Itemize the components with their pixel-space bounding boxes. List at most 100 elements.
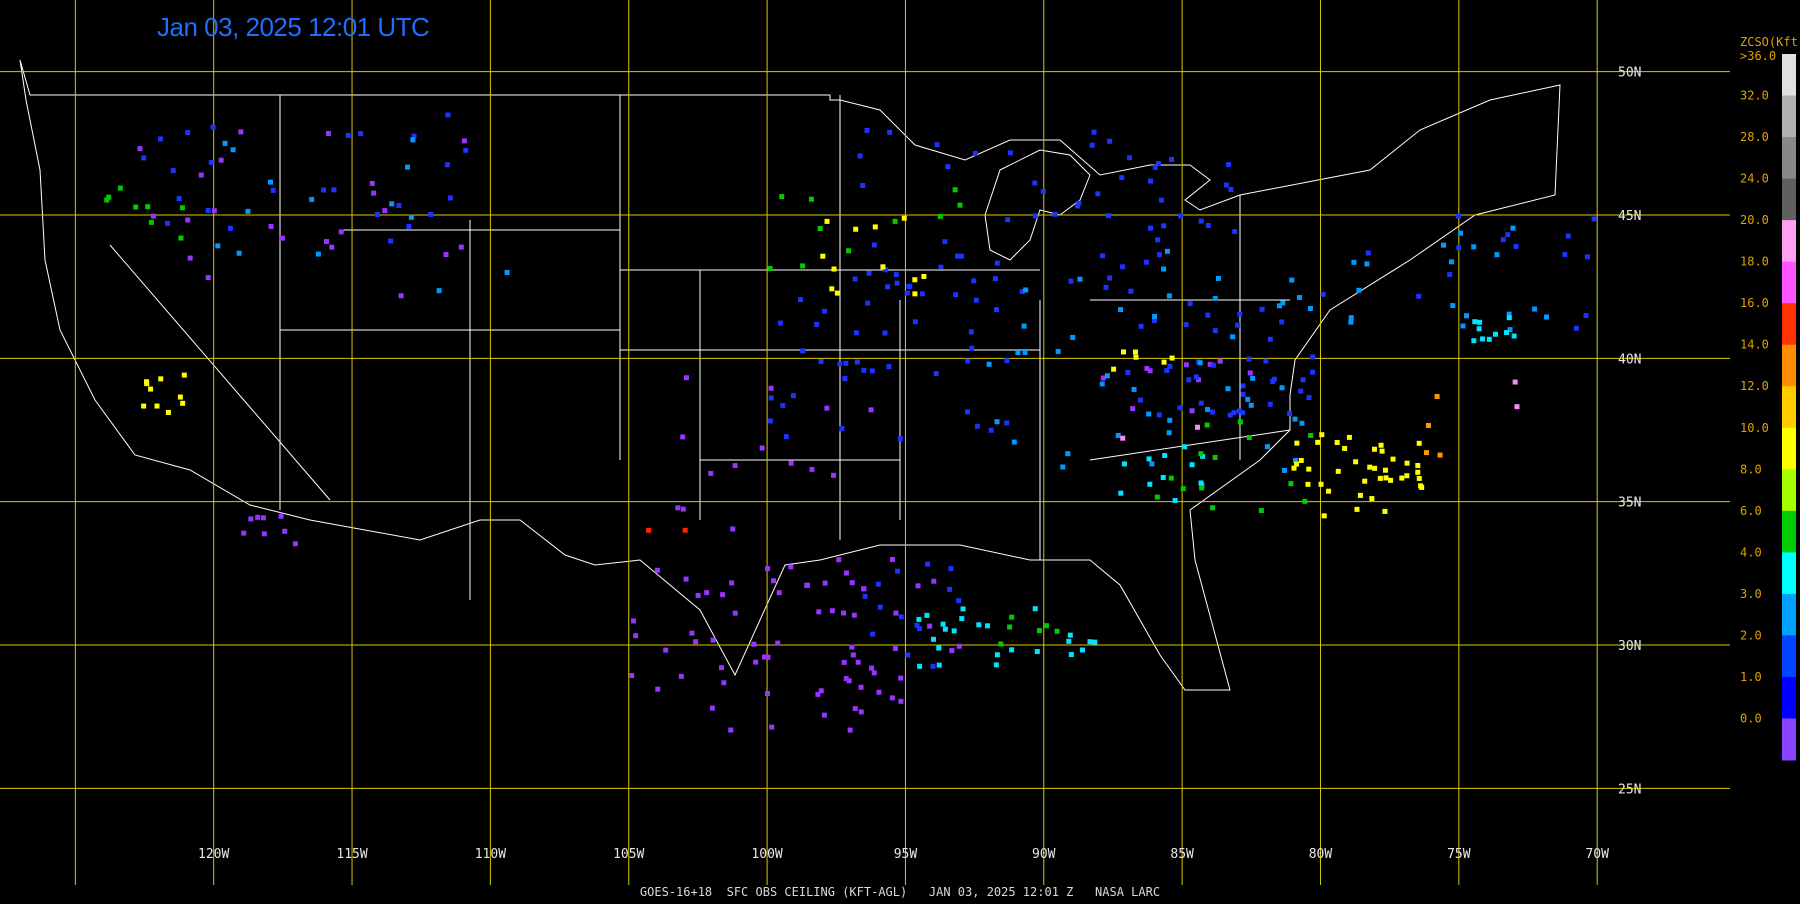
observation-marker bbox=[1287, 411, 1293, 417]
observation-marker bbox=[1187, 301, 1193, 307]
observation-marker bbox=[1472, 319, 1478, 325]
observation-marker bbox=[829, 286, 835, 292]
legend-tick-label: 16.0 bbox=[1740, 296, 1769, 310]
observation-marker bbox=[875, 581, 881, 587]
observation-marker bbox=[241, 530, 247, 536]
observation-marker bbox=[292, 541, 298, 547]
observation-marker bbox=[338, 229, 344, 235]
observation-marker bbox=[1021, 323, 1027, 329]
observation-marker bbox=[1205, 312, 1211, 318]
observation-marker bbox=[976, 622, 982, 628]
observation-marker bbox=[759, 445, 765, 451]
observation-marker bbox=[324, 239, 330, 245]
observation-marker bbox=[1377, 475, 1383, 481]
observation-marker bbox=[1492, 331, 1498, 337]
observation-marker bbox=[1357, 492, 1363, 498]
observation-marker bbox=[1070, 334, 1076, 340]
observation-marker bbox=[1348, 315, 1354, 321]
observation-marker bbox=[914, 622, 920, 628]
observation-marker bbox=[1449, 259, 1455, 265]
observation-marker bbox=[882, 330, 888, 336]
observation-marker bbox=[1133, 354, 1139, 360]
observation-marker bbox=[814, 321, 820, 327]
observation-marker bbox=[847, 727, 853, 733]
observation-marker bbox=[904, 290, 910, 296]
observation-marker bbox=[1416, 293, 1422, 299]
observation-marker bbox=[279, 235, 285, 241]
observation-marker bbox=[238, 129, 244, 135]
observation-marker bbox=[800, 263, 806, 269]
observation-marker bbox=[1480, 336, 1486, 342]
observation-marker bbox=[1271, 376, 1277, 382]
observation-marker bbox=[148, 386, 154, 392]
observation-marker bbox=[177, 394, 183, 400]
legend-tick-label: 6.0 bbox=[1740, 504, 1762, 518]
observation-marker bbox=[1235, 322, 1241, 328]
observation-marker bbox=[767, 266, 773, 272]
observation-marker bbox=[157, 136, 163, 142]
lon-label: 100W bbox=[751, 847, 782, 862]
legend-tick-label: 10.0 bbox=[1740, 421, 1769, 435]
observation-marker bbox=[1455, 213, 1461, 219]
observation-marker bbox=[849, 644, 855, 650]
observation-marker bbox=[1212, 295, 1218, 301]
observation-marker bbox=[849, 580, 855, 586]
observation-marker bbox=[1197, 360, 1203, 366]
observation-marker bbox=[1117, 307, 1123, 313]
observation-marker bbox=[406, 224, 412, 230]
us-outline bbox=[19, 59, 1561, 691]
observation-marker bbox=[1204, 422, 1210, 428]
observation-marker bbox=[1310, 369, 1316, 375]
observation-marker bbox=[906, 283, 912, 289]
observation-marker bbox=[1292, 416, 1298, 422]
observation-marker bbox=[630, 618, 636, 624]
observation-marker bbox=[1416, 475, 1422, 481]
observation-marker bbox=[1289, 277, 1295, 283]
observation-marker bbox=[185, 217, 191, 223]
legend-tick-label: 3.0 bbox=[1740, 587, 1762, 601]
observation-marker bbox=[1318, 481, 1324, 487]
observation-marker bbox=[1230, 334, 1236, 340]
observation-marker bbox=[1103, 284, 1109, 290]
observation-marker bbox=[255, 514, 261, 520]
observation-marker bbox=[1121, 461, 1127, 467]
observation-marker bbox=[1494, 252, 1500, 258]
observation-marker bbox=[150, 213, 156, 219]
observation-marker bbox=[728, 727, 734, 733]
observation-marker bbox=[248, 516, 254, 522]
observation-marker bbox=[870, 631, 876, 637]
observation-marker bbox=[872, 224, 878, 230]
observation-marker bbox=[1146, 456, 1152, 462]
observation-marker bbox=[1299, 420, 1305, 426]
observation-marker bbox=[934, 142, 940, 148]
observation-marker bbox=[461, 138, 467, 144]
observation-marker bbox=[1147, 481, 1153, 487]
observation-marker bbox=[864, 127, 870, 133]
observation-marker bbox=[158, 376, 164, 382]
observation-marker bbox=[956, 598, 962, 604]
observation-marker bbox=[751, 641, 757, 647]
observation-marker bbox=[260, 515, 266, 521]
observation-marker bbox=[765, 566, 771, 572]
ceiling-legend: ZCSO(Kft)>36.0 32.0 28.0 24.0 20.0 18.0 16.0 14… bbox=[1740, 35, 1800, 761]
observation-marker bbox=[1388, 477, 1394, 483]
observation-marker bbox=[1246, 356, 1252, 362]
observation-marker bbox=[428, 211, 434, 217]
legend-swatch bbox=[1782, 95, 1796, 138]
observation-marker bbox=[1149, 461, 1155, 467]
observation-marker bbox=[1210, 362, 1216, 368]
observation-marker bbox=[1371, 446, 1377, 452]
observation-marker bbox=[729, 580, 735, 586]
observation-marker bbox=[1060, 464, 1066, 470]
observation-marker bbox=[721, 680, 727, 686]
observation-marker bbox=[1562, 252, 1568, 258]
observation-marker bbox=[953, 292, 959, 298]
observation-marker bbox=[371, 190, 377, 196]
observation-marker bbox=[732, 463, 738, 469]
observation-marker bbox=[816, 609, 822, 615]
observation-marker bbox=[1450, 303, 1456, 309]
observation-marker bbox=[1342, 445, 1348, 451]
observation-marker bbox=[695, 593, 701, 599]
observation-marker bbox=[1107, 275, 1113, 281]
observation-marker bbox=[1415, 462, 1421, 468]
